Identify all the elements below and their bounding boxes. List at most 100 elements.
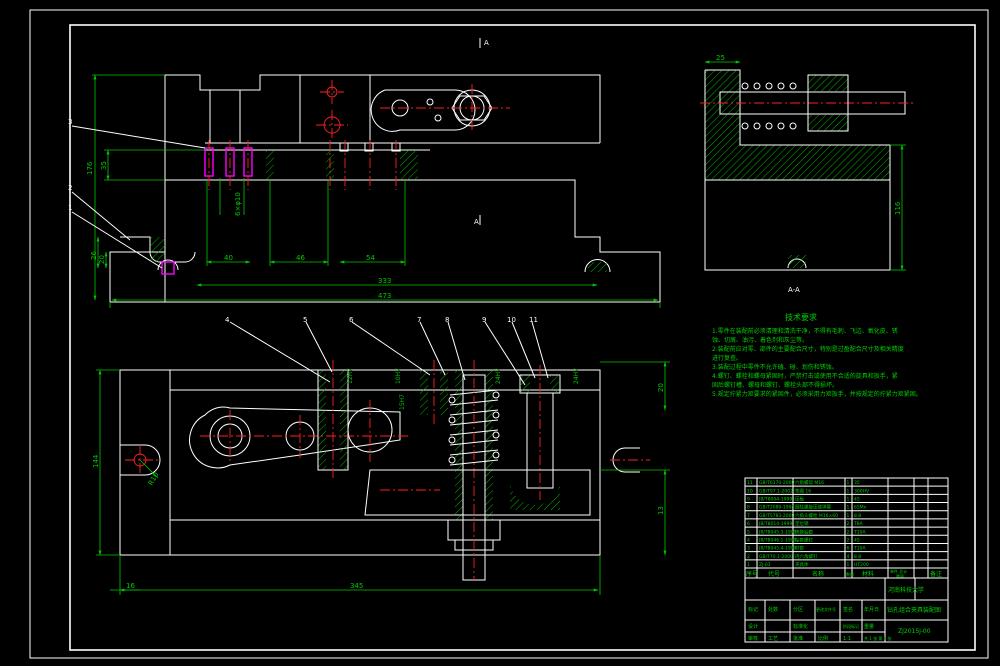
parts-row-code: GB/T2089-1994 — [759, 505, 795, 511]
title-weight: 重量 — [864, 623, 874, 630]
tech-line-2: 蚀、切屑、油污、着色剂和灰尘等。 — [712, 336, 808, 344]
drill-bushings-front — [204, 140, 401, 190]
dim-seg-1: 40 — [224, 254, 233, 262]
parts-row-no: 11 — [747, 480, 753, 486]
balloon-4: 4 — [225, 316, 230, 324]
title-scale-label: 比例 — [818, 635, 828, 642]
balloon-1: 1 — [68, 204, 72, 212]
parts-row-code: ZJ-01 — [759, 562, 771, 568]
section-mark-mid: A — [474, 218, 479, 226]
dim-plan-height-left: 144 — [92, 454, 100, 468]
assembly-drawing-canvas: A A 473 333 40 46 54 6×φ10 176 35 26 20 … — [29, 9, 989, 659]
tech-line-3: 2.装配前应对零、部件的主要配合尺寸，特别是过盈配合尺寸及相关精度 — [712, 345, 904, 353]
parts-row-name: 六角头螺栓 M16×60 — [795, 512, 838, 519]
parts-row-name: 快换钻套 — [795, 528, 813, 535]
dim-plan-height-right: 13 — [657, 506, 665, 515]
side-view: A-A 25 116 — [700, 54, 915, 294]
title-sheet: 共 1 张 第 1 张 — [864, 635, 891, 641]
parts-row-qty: 2 — [847, 529, 850, 535]
parts-row-name: 夹具体 — [795, 561, 809, 568]
dim-seg-3: 54 — [366, 254, 375, 262]
front-view: A A 473 333 40 46 54 6×φ10 176 35 26 20 … — [68, 38, 661, 308]
parts-row-no: 4 — [747, 537, 750, 543]
parts-header-no: 序号 — [746, 570, 758, 578]
title-standardize: 标准化 — [793, 623, 808, 630]
parts-row-qty: 1 — [847, 513, 850, 519]
parts-row-code: JB/T8046.1-1999 — [758, 537, 797, 543]
parts-row-code: JB/T8014-1999 — [758, 521, 792, 527]
parts-row-material: 8.8 — [854, 513, 861, 519]
fit-label-4: 24H7 — [495, 368, 502, 384]
balloon-7: 7 — [417, 316, 421, 324]
title-zone: 分区 — [793, 606, 803, 613]
parts-row-name: 压板 — [795, 496, 804, 503]
dim-side-top: 25 — [716, 54, 725, 62]
parts-row-name: 六角螺母 M16 — [795, 479, 824, 486]
parts-row-material: 300HV — [854, 488, 870, 494]
parts-row-name: 圆柱螺旋压缩弹簧 — [795, 504, 831, 511]
parts-row-qty: 6 — [847, 546, 850, 552]
balloon-2: 2 — [68, 184, 72, 192]
parts-header-material: 材料 — [862, 570, 874, 578]
title-review: 审核 — [748, 635, 758, 642]
dim-bolt-note: 6×φ10 — [234, 192, 242, 216]
parts-row-no: 5 — [747, 529, 750, 535]
title-design: 设计 — [748, 623, 758, 630]
parts-row-material: 8.8 — [854, 554, 861, 560]
parts-row-name: 衬套 — [795, 545, 804, 552]
title-approve: 批准 — [793, 635, 803, 642]
title-change: 更改文件号 — [816, 606, 836, 612]
title-scale: 1:1 — [843, 636, 851, 642]
parts-row-name: 内六角螺钉 — [795, 553, 818, 560]
parts-row-material: T8A — [853, 521, 864, 527]
title-sign: 签名 — [843, 606, 853, 613]
tech-title: 技术要求 — [785, 312, 817, 322]
tech-line-5: 3.装配过程中零件不允许磕、碰、划伤和锈蚀。 — [712, 363, 838, 371]
dim-inner-width: 333 — [378, 277, 391, 285]
title-school: 河南科技大学 — [888, 586, 924, 594]
parts-row-material: 65Mn — [854, 505, 867, 511]
parts-row-name: 钻套螺钉 — [795, 536, 813, 543]
parts-row-material: T10A — [853, 529, 866, 535]
tech-line-4: 进行复查。 — [712, 354, 742, 362]
balloon-5: 5 — [303, 316, 307, 324]
dim-overall-width: 473 — [378, 292, 391, 300]
balloon-6: 6 — [349, 316, 354, 324]
balloon-3: 3 — [68, 118, 72, 126]
parts-row-qty: 1 — [847, 488, 850, 494]
title-drawing-no: ZJ2015J-00 — [898, 628, 931, 635]
dim-plan-radius: R10 — [147, 471, 161, 487]
dim-plan-left-offset: 16 — [126, 582, 135, 590]
parts-row-material: 45 — [854, 537, 860, 543]
parts-row-code: GB/T97.1-2002 — [759, 488, 793, 494]
section-mark-top: A — [484, 39, 489, 47]
parts-row-code: JB/T8045.3-1999 — [758, 529, 797, 535]
parts-header-name: 名称 — [812, 570, 824, 578]
side-view-label: A-A — [788, 286, 800, 294]
parts-row-no: 1 — [747, 562, 750, 568]
parts-row-no: 7 — [747, 513, 750, 519]
parts-row-code: JB/T8045.4-1999 — [758, 546, 797, 552]
fit-label-2: 10H7 — [395, 368, 402, 384]
tech-requirements: 技术要求 1.零件在装配前必须清理和清洗干净，不得有毛刺、飞边、氧化皮、锈 蚀、… — [712, 312, 922, 398]
title-stage: 阶段标记 — [843, 623, 859, 629]
tech-line-1: 1.零件在装配前必须清理和清洗干净，不得有毛刺、飞边、氧化皮、锈 — [712, 327, 898, 335]
parts-row-material: 45 — [854, 497, 860, 503]
parts-row-no: 2 — [747, 554, 750, 560]
title-mark: 标记 — [748, 606, 758, 613]
title-block: 河南科技大学 钻孔组合夹具装配图 ZJ2015J-00 标记 处数 分区 更改文… — [744, 577, 949, 643]
dim-plan-height-top: 20 — [657, 383, 665, 392]
parts-header-remark: 备注 — [930, 570, 942, 578]
parts-row-no: 6 — [747, 521, 750, 527]
title-date: 年月日 — [864, 606, 879, 613]
parts-row-code: GB/T5783-2000 — [759, 513, 795, 519]
parts-row-qty: 1 — [847, 562, 850, 568]
tech-line-6: 4.螺钉、螺栓和螺母紧固时，严禁打击或使用不合适的旋具和扳手，紧 — [712, 372, 898, 380]
dim-seg-2: 46 — [296, 254, 305, 262]
dim-height-c: 20 — [98, 255, 106, 264]
tech-line-7: 固后螺钉槽、螺母和螺钉、螺栓头部不得损坏。 — [712, 381, 838, 389]
parts-row-no: 3 — [747, 546, 750, 552]
parts-row-name: 垫圈 16 — [795, 487, 811, 494]
parts-row-code: JB/T8004-1999 — [758, 497, 792, 503]
dim-side-height: 116 — [894, 201, 902, 215]
